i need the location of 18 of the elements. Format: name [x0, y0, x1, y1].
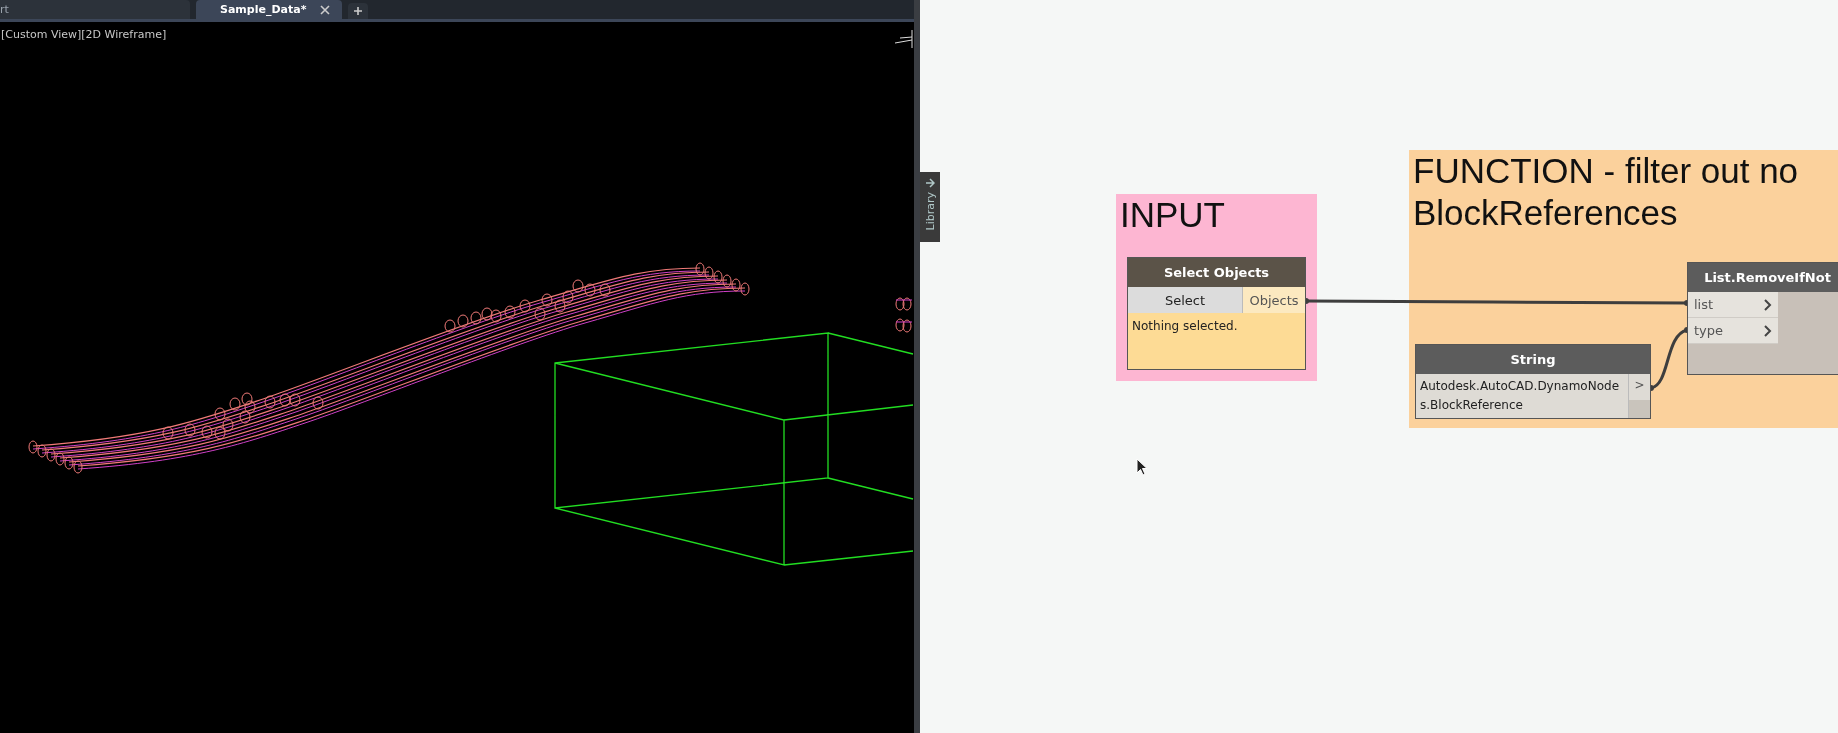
library-tab[interactable]: Library — [920, 172, 940, 242]
output-port[interactable]: Objects — [1243, 287, 1305, 313]
input-port[interactable]: list — [1688, 292, 1778, 318]
document-tab[interactable]: Sample_Data* — [196, 0, 343, 19]
node-title: Select Objects — [1128, 258, 1305, 287]
node-message: Nothing selected. — [1128, 313, 1305, 369]
select-button[interactable]: Select — [1128, 287, 1243, 313]
group-title: INPUT — [1119, 194, 1226, 236]
document-tab[interactable]: rt — [0, 0, 190, 19]
list-node[interactable]: List.RemoveIfNot list type — [1687, 262, 1838, 375]
select-objects-node[interactable]: Select Objects Select Objects Nothing selected. — [1127, 257, 1306, 370]
string-node[interactable]: String Autodesk.AutoCAD.DynamoNodes.BlockReference > — [1415, 344, 1651, 419]
viewport-label[interactable]: [Custom View][2D Wireframe] — [0, 22, 167, 41]
string-value[interactable]: Autodesk.AutoCAD.DynamoNodes.BlockReference — [1416, 374, 1629, 418]
input-port[interactable]: type — [1688, 318, 1778, 344]
node-title: String — [1416, 345, 1650, 374]
group-title: FUNCTION - filter out no BlockReferences — [1412, 150, 1800, 234]
node-title: List.RemoveIfNot — [1688, 263, 1838, 292]
